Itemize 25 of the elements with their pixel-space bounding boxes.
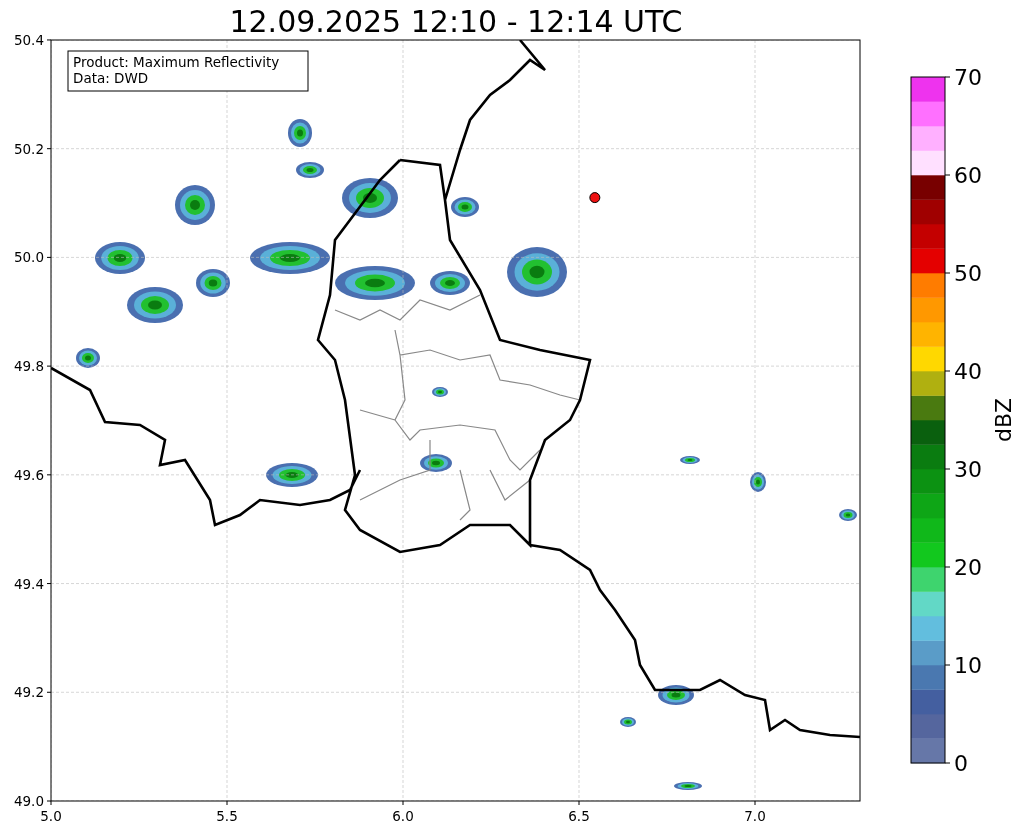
colorbar-tick-label: 70 [954, 65, 982, 90]
colorbar-tick-label: 30 [954, 457, 982, 482]
y-tick-label: 49.4 [13, 575, 44, 592]
y-tick-label: 49.6 [13, 466, 44, 483]
info-text: Product: Maximum Reflectivity [73, 54, 280, 70]
y-tick-label: 49.0 [13, 793, 44, 809]
colorbar-tick-label: 20 [954, 555, 982, 580]
x-tick-label: 6.0 [392, 808, 414, 824]
x-tick-label: 6.5 [568, 808, 590, 824]
y-tick-label: 50.0 [13, 249, 44, 266]
colorbar-tick-label: 60 [954, 163, 982, 188]
colorbar-tick-label: 50 [954, 261, 982, 286]
y-tick-label: 49.8 [13, 358, 44, 375]
colorbar-label: dBZ [991, 397, 1016, 443]
x-tick-label: 5.5 [216, 808, 238, 824]
y-tick-label: 50.4 [13, 31, 44, 48]
colorbar-tick-label: 10 [954, 653, 982, 678]
y-tick-label: 50.2 [13, 140, 44, 157]
colorbar-tick-label: 40 [954, 359, 982, 384]
x-tick-label: 7.0 [744, 808, 766, 824]
y-tick-label: 49.2 [13, 684, 44, 701]
info-text: Data: DWD [73, 70, 149, 86]
chart-title: 12.09.2025 12:10 - 12:14 UTC [229, 4, 683, 39]
x-tick-label: 5.0 [40, 808, 62, 824]
colorbar-tick-label: 0 [954, 751, 968, 776]
